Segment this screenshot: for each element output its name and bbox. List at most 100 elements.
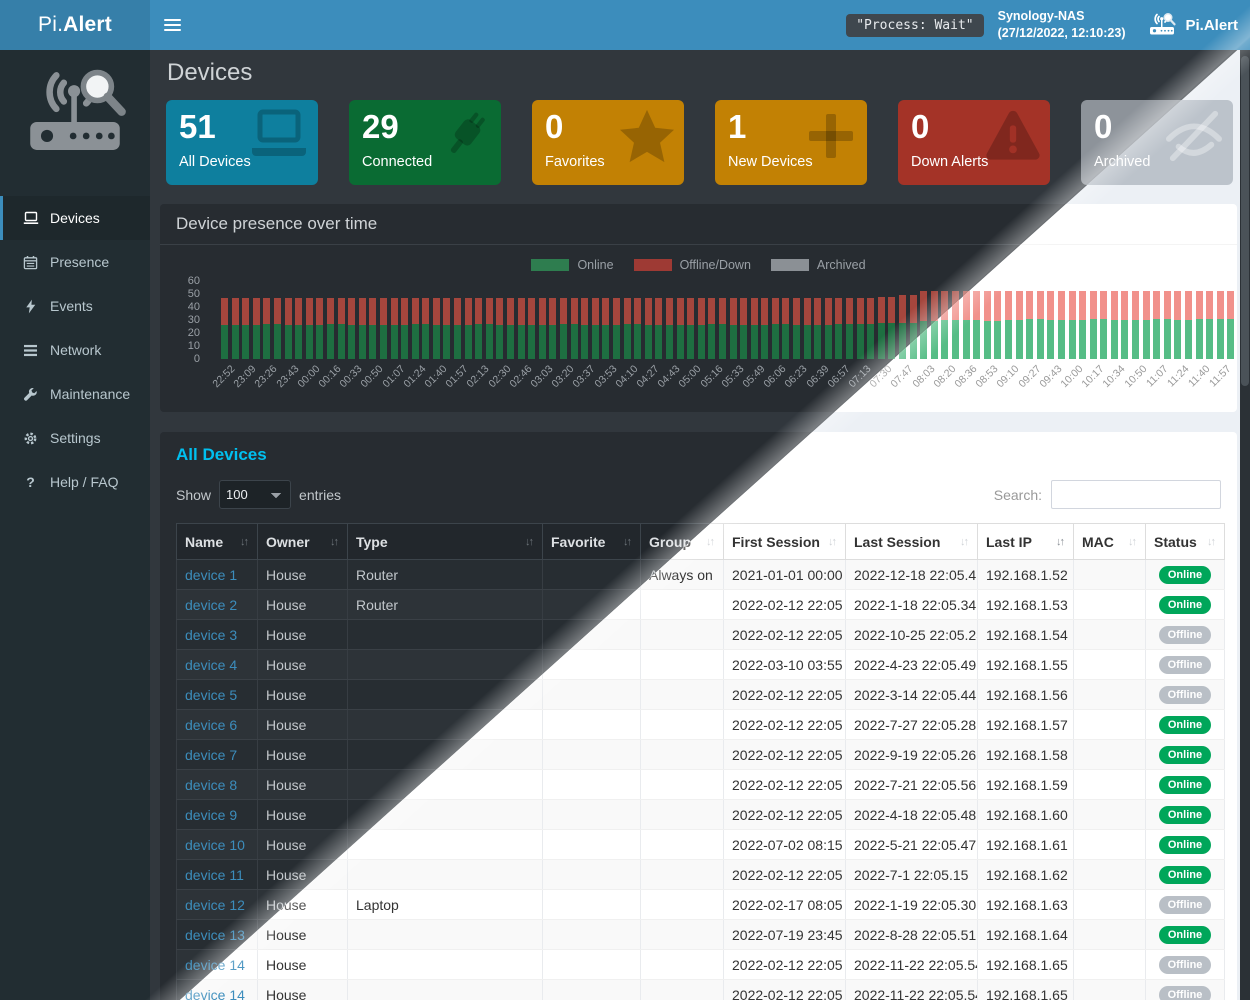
sort-icon[interactable]: ↓↑	[1128, 536, 1137, 548]
chart-bar	[571, 298, 578, 359]
device-link[interactable]: device 12	[185, 897, 245, 913]
hamburger-menu-icon[interactable]	[150, 0, 195, 50]
chart-bar	[973, 291, 980, 359]
online-segment	[730, 325, 737, 359]
cell-name: device 12	[177, 890, 258, 920]
page-scrollbar[interactable]	[1240, 50, 1250, 1000]
summary-card-down-alerts[interactable]: 0Down Alerts	[898, 100, 1050, 185]
device-link[interactable]: device 4	[185, 657, 237, 673]
topbar-app-link[interactable]: Pi.Alert	[1147, 12, 1238, 38]
chart-bar	[507, 298, 514, 359]
column-header-mac[interactable]: MAC↓↑	[1074, 524, 1146, 560]
column-header-last-ip[interactable]: Last IP ↓↑	[978, 524, 1074, 560]
device-link[interactable]: device 6	[185, 717, 237, 733]
cell-name: device 2	[177, 590, 258, 620]
device-link[interactable]: device 8	[185, 777, 237, 793]
chart-bar	[666, 298, 673, 359]
chart-bar	[708, 298, 715, 359]
sidebar-item-presence[interactable]: Presence	[0, 240, 150, 284]
sort-icon[interactable]: ↓↑	[240, 536, 249, 548]
column-header-owner[interactable]: Owner↓↑	[258, 524, 348, 560]
column-header-type[interactable]: Type↓↑	[348, 524, 543, 560]
online-segment	[751, 325, 758, 359]
cell-group	[641, 980, 724, 1000]
offline-segment	[486, 298, 493, 324]
device-link[interactable]: device 1	[185, 567, 237, 583]
online-segment	[1217, 319, 1224, 359]
cell-type: Laptop	[348, 890, 543, 920]
online-segment	[1153, 319, 1160, 359]
brand-bold: Alert	[63, 13, 112, 37]
column-header-last-session[interactable]: Last Session↓↑	[846, 524, 978, 560]
cell-last_ip: 192.168.1.65	[978, 980, 1074, 1000]
online-segment	[772, 324, 779, 359]
chart-bar	[846, 298, 853, 359]
column-header-first-session[interactable]: First Session↓↑	[724, 524, 846, 560]
sidebar-item-network[interactable]: Network	[0, 328, 150, 372]
sort-icon[interactable]: ↓↑	[706, 536, 715, 548]
device-link[interactable]: device 13	[185, 927, 245, 943]
offline-segment	[232, 298, 239, 325]
cell-first_session: 2022-02-17 08:05	[724, 890, 846, 920]
chart-bar	[338, 298, 345, 359]
sidebar-item-maintenance[interactable]: Maintenance	[0, 372, 150, 416]
device-link[interactable]: device 3	[185, 627, 237, 643]
sort-icon[interactable]: ↓↑	[1056, 536, 1065, 548]
sidebar-item-events[interactable]: Events	[0, 284, 150, 328]
legend-item-archived[interactable]: Archived	[771, 258, 866, 272]
page-size-select[interactable]: 100	[219, 480, 291, 509]
column-header-name[interactable]: Name↓↑	[177, 524, 258, 560]
summary-card-favorites[interactable]: 0Favorites	[532, 100, 684, 185]
offline-segment	[931, 291, 938, 321]
brand-prefix: Pi.	[38, 13, 63, 37]
sort-icon[interactable]: ↓↑	[960, 536, 969, 548]
sidebar-item-settings[interactable]: Settings	[0, 416, 150, 460]
cell-first_session: 2022-02-12 22:05	[724, 680, 846, 710]
online-segment	[496, 325, 503, 359]
online-segment	[263, 324, 270, 359]
cell-mac	[1074, 950, 1146, 980]
sidebar-item-help-faq[interactable]: ?Help / FAQ	[0, 460, 150, 504]
column-header-status[interactable]: Status↓↑	[1146, 524, 1225, 560]
search-input[interactable]	[1051, 480, 1221, 509]
cell-last_ip: 192.168.1.61	[978, 830, 1074, 860]
chart-bar	[645, 298, 652, 359]
device-link[interactable]: device 11	[185, 867, 244, 883]
offline-segment	[1164, 291, 1171, 318]
offline-segment	[602, 298, 609, 325]
sort-icon[interactable]: ↓↑	[828, 536, 837, 548]
online-segment	[719, 324, 726, 359]
device-link[interactable]: device 14	[185, 987, 245, 1000]
cell-mac	[1074, 650, 1146, 680]
column-label: Last IP	[986, 534, 1032, 550]
summary-card-new-devices[interactable]: 1New Devices	[715, 100, 867, 185]
legend-item-offline-down[interactable]: Offline/Down	[634, 258, 751, 272]
summary-card-all-devices[interactable]: 51All Devices	[166, 100, 318, 185]
offline-segment	[242, 298, 249, 325]
summary-card-connected[interactable]: 29Connected	[349, 100, 501, 185]
online-segment	[539, 325, 546, 359]
device-link[interactable]: device 7	[185, 747, 237, 763]
sort-icon[interactable]: ↓↑	[1207, 536, 1216, 548]
column-header-favorite[interactable]: Favorite↓↑	[543, 524, 641, 560]
legend-item-online[interactable]: Online	[531, 258, 613, 272]
device-link[interactable]: device 9	[185, 807, 237, 823]
device-link[interactable]: device 5	[185, 687, 237, 703]
scrollbar-thumb[interactable]	[1241, 56, 1249, 386]
cell-status: Online	[1146, 560, 1225, 590]
sort-icon[interactable]: ↓↑	[525, 536, 534, 548]
sort-icon[interactable]: ↓↑	[330, 536, 339, 548]
offline-segment	[327, 298, 334, 324]
laptop-icon	[22, 211, 39, 225]
online-segment	[973, 320, 980, 359]
cell-favorite	[543, 740, 641, 770]
status-badge: Online	[1159, 596, 1211, 614]
device-link[interactable]: device 10	[185, 837, 245, 853]
brand-logo[interactable]: Pi.Alert	[0, 0, 150, 50]
offline-segment	[539, 298, 546, 325]
sort-icon[interactable]: ↓↑	[623, 536, 632, 548]
status-badge: Offline	[1159, 896, 1212, 914]
chart-bar	[486, 298, 493, 359]
sidebar-item-devices[interactable]: Devices	[0, 196, 150, 240]
device-link[interactable]: device 2	[185, 597, 237, 613]
